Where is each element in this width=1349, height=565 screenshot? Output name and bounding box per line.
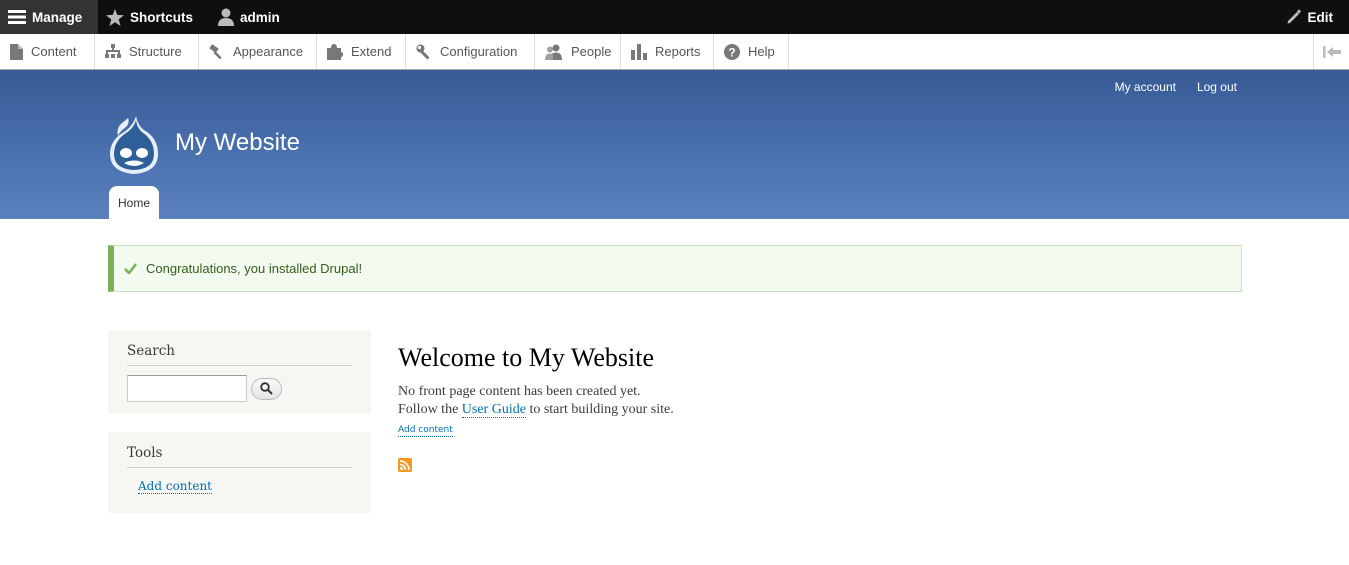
search-button[interactable] [251,377,282,400]
tools-add-content-link[interactable]: Add content [138,479,212,495]
status-message-text: Congratulations, you installed Drupal! [146,261,363,276]
tray-item-label: Appearance [233,44,304,59]
drupal-logo[interactable] [106,114,162,176]
tray-item-configuration[interactable]: Configuration [406,34,535,69]
tray-orientation-toggle[interactable] [1313,34,1349,69]
search-form [127,375,352,402]
rss-feed-icon[interactable] [398,458,412,472]
tray-item-label: Configuration [440,44,518,59]
user-guide-link[interactable]: User Guide [461,402,526,418]
my-account-link[interactable]: My account [1115,80,1176,94]
paint-icon [209,43,222,59]
tray-item-help[interactable]: ? Help [714,34,789,69]
shortcuts-tab[interactable]: Shortcuts [106,0,193,34]
add-content-link[interactable]: Add content [398,425,453,437]
tray-item-label: Help [748,44,775,59]
tools-block-title: Tools [127,445,352,468]
tray-item-structure[interactable]: Structure [95,34,199,69]
search-input[interactable] [127,375,247,402]
shortcuts-label: Shortcuts [130,9,194,25]
user-label: admin [240,9,280,25]
puzzle-icon [327,43,343,60]
pencil-icon [1287,9,1301,24]
intro-line-2: Follow the User Guide to start building … [398,401,998,419]
people-icon [545,44,562,60]
svg-text:?: ? [728,45,735,59]
page-title: Welcome to My Website [398,343,655,372]
search-block-title: Search [127,343,352,366]
edit-button[interactable]: Edit [1286,0,1334,34]
bar-chart-icon [631,43,647,60]
star-icon [106,8,124,26]
help-icon: ? [724,43,740,60]
tray-item-appearance[interactable]: Appearance [199,34,317,69]
user-tab[interactable]: admin [218,0,280,34]
user-icon [218,8,234,26]
secondary-menu: My account Log out [1115,80,1237,94]
tray-item-label: People [571,44,612,59]
tray-item-people[interactable]: People [535,34,621,69]
tray-item-extend[interactable]: Extend [317,34,406,69]
tray-item-label: Content [31,44,77,59]
tray-item-content[interactable]: Content [0,34,95,69]
sitemap-icon [105,44,121,58]
intro-line-1: No front page content has been created y… [398,384,641,399]
main-content: Welcome to My Website No front page cont… [398,343,998,437]
collapse-left-icon [1322,45,1341,58]
tray-item-label: Reports [655,44,701,59]
document-icon [10,43,23,60]
tools-block: Tools Add content [108,432,371,513]
tab-home[interactable]: Home [109,186,159,219]
manage-tab[interactable]: Manage [0,0,98,34]
checkmark-icon [124,263,137,274]
manage-label: Manage [32,9,83,25]
status-message: Congratulations, you installed Drupal! [108,245,1242,292]
search-block: Search [108,330,371,414]
toolbar-tray: Content Structure Appearance Extend Conf… [0,34,1349,70]
intro-line-2-pre: Follow the [398,402,462,417]
site-name[interactable]: My Website [175,129,300,157]
search-icon [260,382,273,395]
wrench-icon [416,44,430,59]
hamburger-icon [8,10,26,24]
intro-line-2-post: to start building your site. [525,402,674,417]
tray-item-label: Extend [351,44,392,59]
site-header: My account Log out My Website Home [0,70,1349,219]
tray-item-label: Structure [129,44,182,59]
edit-label: Edit [1307,9,1334,25]
admin-toolbar: Manage Shortcuts admin Edit [0,0,1349,34]
tray-item-reports[interactable]: Reports [621,34,714,69]
log-out-link[interactable]: Log out [1197,80,1237,94]
